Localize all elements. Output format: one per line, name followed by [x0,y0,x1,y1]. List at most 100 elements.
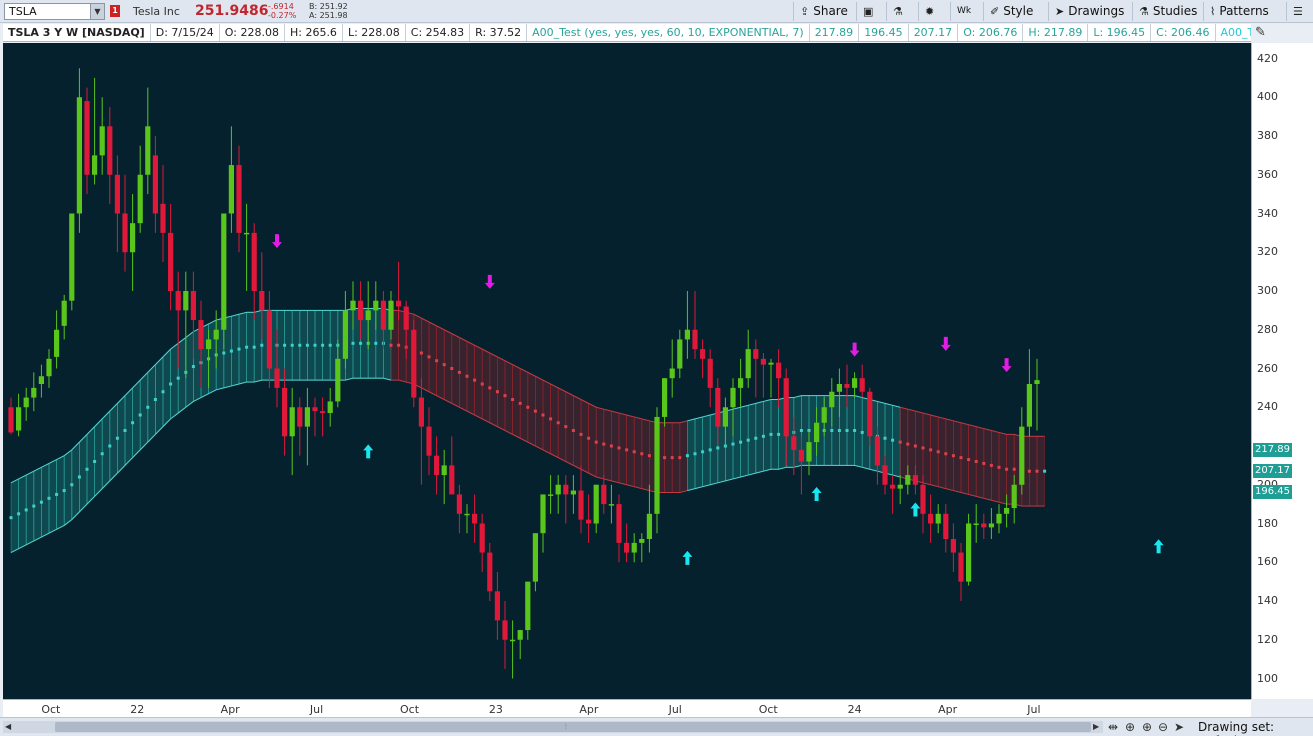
band-center-dot [830,429,834,432]
bar-date: D: 7/15/24 [151,24,220,41]
drawings-button[interactable]: ➤ Drawings [1048,2,1125,21]
candle-body [23,397,29,408]
candle-body [76,97,82,214]
band-center-dot [146,405,150,409]
band-center-dot [389,343,393,347]
band-center-dot [328,343,332,347]
band-segment [527,371,536,447]
candle-body [137,174,143,224]
band-center-dot [260,343,264,347]
band-segment [542,379,551,455]
study1-label[interactable]: A00_Test (yes, yes, yes, 60, 10, EXPONEN… [527,24,810,41]
time-tick-label: 23 [488,703,503,716]
band-center-dot [556,421,560,425]
chart-header: TSLA 3 Y W [NASDAQ] D: 7/15/24 O: 228.08 H:… [3,24,1251,42]
drawing-set[interactable]: Drawing set: Default [1198,720,1313,736]
band-center-dot [480,382,484,386]
band-center-dot [860,430,864,434]
sell-signal-arrow [484,274,495,289]
zoom-out-icon[interactable]: ⊖ [1158,720,1168,734]
chevron-down-icon[interactable]: ▼ [90,4,104,19]
expand-icon[interactable]: ⇹ [1108,720,1118,734]
price-chart[interactable] [3,43,1251,699]
zoom-in-icon[interactable]: ⊕ [1142,720,1152,734]
pointer-icon[interactable]: ➤ [1174,720,1184,734]
price-tick-label: 140 [1257,594,1278,607]
band-segment [557,387,567,463]
bar-low: L: 228.08 [343,24,406,41]
horizontal-scrollbar[interactable]: ◀ ⦙ ▶ [3,721,1103,733]
scroll-right-icon[interactable]: ▶ [1093,721,1099,733]
band-center-dot [982,461,986,465]
candle-body [8,407,14,433]
candle-body [996,513,1002,524]
band-center-dot [115,436,119,440]
candle-body [897,484,903,489]
candle-body [122,213,128,253]
candle-body [418,397,424,427]
band-segment [101,410,111,490]
candle-body [669,368,675,379]
time-tick-label: Oct [41,703,61,716]
lab-button[interactable]: ⚗ [886,2,916,21]
candle-body [776,362,782,379]
patterns-button[interactable]: ⌇ Patterns [1203,2,1281,21]
band-center-dot [670,456,674,460]
band-center-dot [283,343,287,347]
link-badge[interactable]: 1 [110,5,120,17]
settings-button[interactable]: ✹ [918,2,948,21]
menu-button[interactable]: ☰ [1286,2,1313,21]
net-change-percent: -0.27% [268,11,297,20]
band-segment [436,325,445,401]
band-center-dot [571,429,575,432]
share-icon: ⇪ [800,5,810,18]
study1-high: H: 217.89 [1023,24,1089,41]
crosshair-icon[interactable]: ⊕ [1125,720,1135,734]
time-axis[interactable]: Oct 22 Apr Jul Oct 23 Apr Jul Oct 24 Apr Jul [3,699,1251,717]
band-segment [512,363,521,439]
band-segment [496,356,506,432]
style-button[interactable]: ✐ Style [983,2,1041,21]
scroll-left-icon[interactable]: ◀ [5,721,11,733]
period-button[interactable]: Wk [950,2,980,21]
band-center-dot [495,390,499,394]
candle-body [464,513,470,516]
band-center-dot [131,421,135,425]
band-segment [109,402,118,482]
candle-body [943,513,949,539]
band-center-dot [290,343,294,347]
candle-body [821,407,827,423]
chart-canvas[interactable] [3,43,1251,699]
scroll-thumb[interactable]: ⦙ [55,722,1091,732]
band-center-dot [47,496,51,500]
band-center-dot [647,454,651,458]
band-segment [451,332,460,408]
snapshot-button[interactable]: ▣ [856,2,884,21]
bar-open: O: 228.08 [220,24,285,41]
share-button[interactable]: ⇪ Share [793,2,848,21]
candle-body [692,329,698,350]
candle-body [532,533,538,582]
candle-body [646,513,652,539]
band-segment [185,330,194,409]
price-tick-label: 420 [1257,51,1278,65]
price-axis[interactable]: 4204003803603403203002802602402001801601… [1251,43,1313,699]
band-segment [56,455,65,530]
candle-body [745,349,751,379]
band-center-dot [457,370,461,374]
studies-button[interactable]: ⚗ Studies [1132,2,1198,21]
symbol-input[interactable]: TSLA ▼ [4,3,105,20]
price-tick-label: 160 [1257,555,1278,569]
study2-label[interactable]: A00_Test2 (60, 10, EXPONENTIAL,... [1216,24,1251,41]
band-center-dot [716,446,720,450]
chart-title[interactable]: TSLA 3 Y W [NASDAQ] [3,24,151,41]
candle-body [890,484,896,489]
drawing-tool-icon[interactable]: ✎ [1255,25,1266,40]
candle-body [327,401,333,414]
candle-body [175,291,181,311]
band-center-dot [435,359,439,363]
candle-body [320,411,326,414]
candle-body [593,484,599,524]
candle-body [707,358,713,388]
price-tick-label: 240 [1257,400,1278,414]
